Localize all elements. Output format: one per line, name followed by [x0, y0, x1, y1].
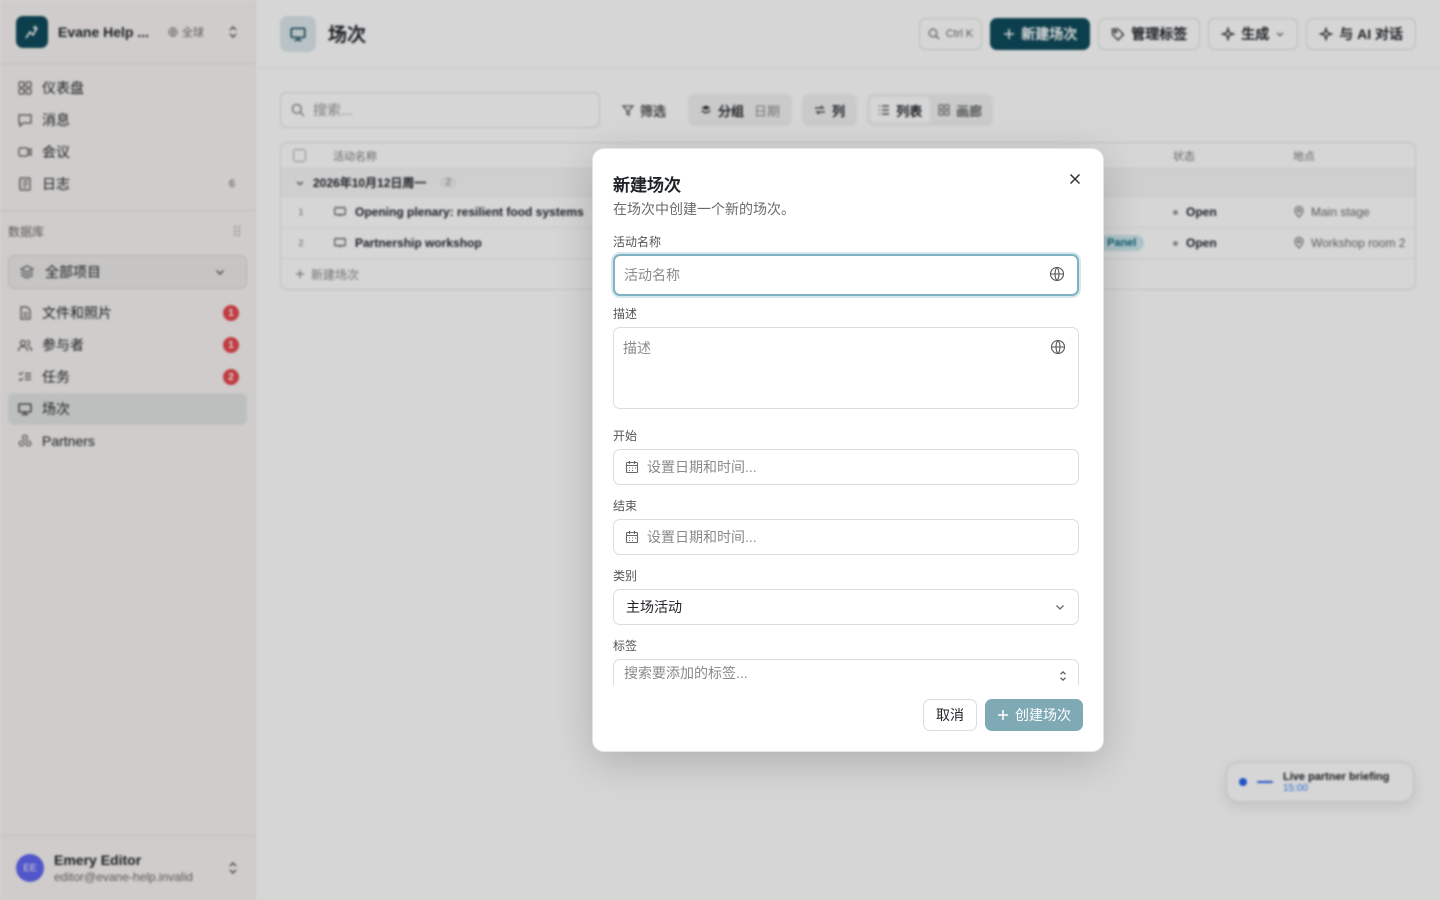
tags-label: 标签: [613, 639, 638, 653]
start-placeholder: 设置日期和时间...: [647, 459, 757, 475]
name-label: 活动名称: [613, 235, 662, 249]
chevron-updown-icon: [1058, 669, 1068, 683]
description-label: 描述: [613, 307, 638, 321]
name-input[interactable]: 活动名称: [613, 254, 1079, 296]
description-placeholder: 描述: [623, 340, 651, 356]
tags-combobox[interactable]: 搜索要添加的标签...: [613, 659, 1079, 685]
close-icon: [1069, 173, 1081, 185]
end-label: 结束: [613, 499, 638, 513]
category-value: 主场活动: [626, 599, 682, 615]
chevron-down-icon: [1054, 601, 1066, 613]
end-datetime-picker[interactable]: 设置日期和时间...: [613, 519, 1079, 555]
create-session-label: 创建场次: [1015, 707, 1071, 723]
plus-icon: [997, 709, 1009, 721]
calendar-icon: [625, 460, 639, 474]
globe-icon[interactable]: [1050, 339, 1066, 355]
category-label: 类别: [613, 569, 638, 583]
start-label: 开始: [613, 429, 638, 443]
close-button[interactable]: [1065, 169, 1085, 189]
globe-icon[interactable]: [1049, 266, 1065, 282]
dialog-title: 新建场次: [613, 176, 681, 195]
tags-placeholder: 搜索要添加的标签...: [624, 665, 748, 681]
category-select[interactable]: 主场活动: [613, 589, 1079, 625]
description-textarea[interactable]: 描述: [613, 327, 1079, 409]
end-placeholder: 设置日期和时间...: [647, 529, 757, 545]
calendar-icon: [625, 530, 639, 544]
dialog-description: 在场次中创建一个新的场次。: [613, 201, 795, 217]
create-session-button[interactable]: 创建场次: [985, 699, 1083, 731]
start-datetime-picker[interactable]: 设置日期和时间...: [613, 449, 1079, 485]
dialog-footer: 取消 创建场次: [923, 699, 1083, 731]
new-session-dialog: 新建场次 在场次中创建一个新的场次。 活动名称 活动名称 描述 描述 开始 设置…: [592, 148, 1104, 752]
cancel-button[interactable]: 取消: [923, 699, 977, 731]
name-placeholder: 活动名称: [624, 267, 680, 283]
